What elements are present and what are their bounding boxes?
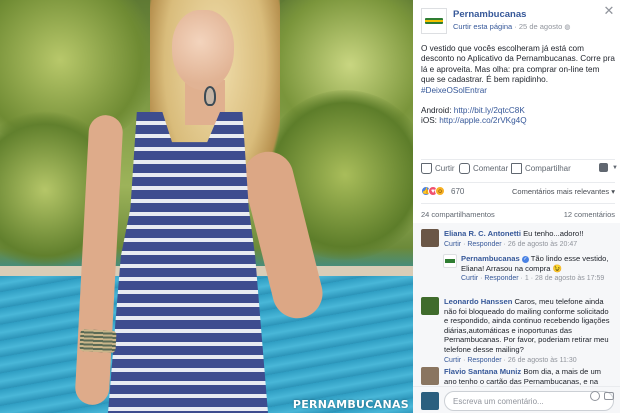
earring xyxy=(204,86,216,106)
commenter-name[interactable]: Eliana R. C. Antonetti xyxy=(444,229,521,238)
post-actions: Curtir Comentar Compartilhar ▼ xyxy=(421,163,618,181)
divider xyxy=(421,182,615,183)
post-meta: Curtir esta página · 25 de agosto ◍ xyxy=(453,22,571,31)
avatar[interactable] xyxy=(421,229,439,247)
page-avatar[interactable] xyxy=(421,8,447,34)
chevron-down-icon: ▼ xyxy=(612,164,618,171)
hashtag-link[interactable]: #DeixeOSolEntrar xyxy=(421,86,615,96)
post-header: Pernambucanas Curtir esta página · 25 de… xyxy=(421,8,600,36)
post-date[interactable]: 25 de agosto xyxy=(519,22,562,31)
post-text: O vestido que vocês escolheram já está c… xyxy=(421,44,615,126)
comment-date[interactable]: 26 de agosto às 20:47 xyxy=(508,241,577,248)
comment-text: Eu tenho...adoro!! xyxy=(523,229,584,238)
android-link[interactable]: http://bit.ly/2qtcC8K xyxy=(454,106,525,115)
close-icon[interactable]: ✕ xyxy=(602,4,616,18)
commenter-name[interactable]: Flavio Santana Muniz xyxy=(444,367,521,376)
share-button[interactable]: Compartilhar xyxy=(511,163,571,174)
page-name-link[interactable]: Pernambucanas xyxy=(453,9,526,20)
comment-sort-dropdown[interactable]: Comentários mais relevantes ▾ xyxy=(512,187,615,196)
shares-count[interactable]: 24 compartilhamentos xyxy=(421,210,495,219)
comment-input[interactable]: Escreva um comentário... xyxy=(444,391,614,411)
comments-list: Eliana R. C. Antonetti Eu tenho...adoro!… xyxy=(413,223,620,386)
comment-reply-link[interactable]: Responder xyxy=(467,241,501,248)
comment-bubble-icon xyxy=(459,163,470,174)
post-paragraph: O vestido que vocês escolheram já está c… xyxy=(421,44,615,85)
divider xyxy=(421,203,615,204)
commenter-name[interactable]: Pernambucanas xyxy=(461,254,520,263)
thumbs-up-icon xyxy=(421,163,432,174)
like-button[interactable]: Curtir xyxy=(421,163,455,174)
comment-button[interactable]: Comentar xyxy=(459,163,508,174)
avatar xyxy=(421,392,439,410)
viewer-selector[interactable]: ▼ xyxy=(599,163,618,172)
emoji-icon[interactable] xyxy=(590,391,600,401)
model-face xyxy=(172,10,234,90)
comment-like-link[interactable]: Curtir xyxy=(444,357,461,364)
comment-like-link[interactable]: Curtir xyxy=(461,275,478,282)
comment-reply-link[interactable]: Responder xyxy=(484,275,518,282)
reactions-bar[interactable]: 👍 ♥ o 670 Comentários mais relevantes ▾ xyxy=(421,186,615,200)
reaction-count[interactable]: 670 xyxy=(451,187,464,196)
profile-picture-icon xyxy=(599,163,608,172)
post-photo[interactable]: PERNAMBUCANAS xyxy=(0,0,413,413)
ios-link[interactable]: http://apple.co/2rVKg4Q xyxy=(439,116,526,125)
pernambucanas-logo-icon xyxy=(445,259,455,263)
comment-date[interactable]: 26 de agosto às 11:30 xyxy=(508,357,577,364)
comment-composer: Escreva um comentário... xyxy=(413,386,620,413)
comment-reply-link[interactable]: Responder xyxy=(467,357,501,364)
divider xyxy=(421,159,615,160)
comment-date[interactable]: 28 de agosto às 17:59 xyxy=(535,275,604,282)
brand-watermark: PERNAMBUCANAS xyxy=(292,398,409,411)
avatar[interactable] xyxy=(421,297,439,315)
wow-reaction-icon: o xyxy=(435,186,445,196)
avatar[interactable] xyxy=(421,367,439,385)
share-arrow-icon xyxy=(511,163,522,174)
bracelet xyxy=(79,329,117,353)
page-avatar[interactable] xyxy=(443,254,457,268)
commenter-name[interactable]: Leonardo Hanssen xyxy=(444,297,512,306)
comment-like-link[interactable]: Curtir xyxy=(444,241,461,248)
post-side-panel: ✕ Pernambucanas Curtir esta página · 25 … xyxy=(413,0,620,413)
striped-dress xyxy=(108,112,268,413)
like-count[interactable]: 1 xyxy=(525,275,529,282)
camera-icon[interactable] xyxy=(604,392,614,400)
verified-badge-icon: ✓ xyxy=(521,256,529,263)
comments-count[interactable]: 12 comentários xyxy=(564,210,615,219)
like-page-link[interactable]: Curtir esta página xyxy=(453,22,512,31)
globe-icon: ◍ xyxy=(564,24,571,31)
